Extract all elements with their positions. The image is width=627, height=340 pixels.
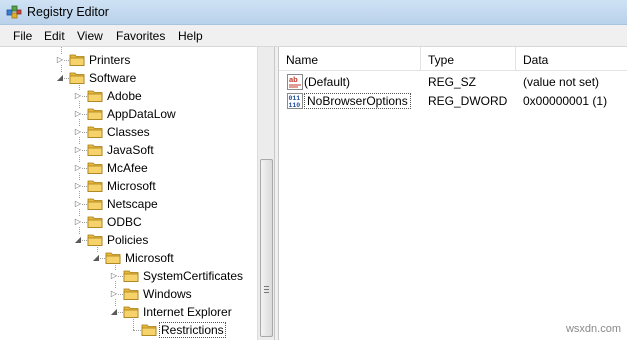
tree-node[interactable]: ◢ Software bbox=[0, 69, 258, 87]
string-value-icon: ab bbox=[287, 74, 303, 90]
folder-icon bbox=[69, 70, 85, 85]
thumb-grip-line bbox=[264, 292, 269, 293]
tree-node-label[interactable]: Policies bbox=[105, 232, 150, 248]
collapse-arrow-icon[interactable]: ◢ bbox=[92, 253, 100, 262]
value-data: (value not set) bbox=[523, 75, 600, 89]
watermark-text: wsxdn.com bbox=[565, 323, 621, 335]
tree-node[interactable]: ▷ JavaSoft bbox=[0, 141, 258, 159]
expand-arrow-icon[interactable]: ▷ bbox=[74, 109, 82, 118]
svg-text:110: 110 bbox=[289, 102, 301, 109]
list-row[interactable]: 011 110 NoBrowserOptions REG_DWORD 0x000… bbox=[279, 92, 627, 111]
registry-tree[interactable]: ▷ Printers ◢ Software ▷ Adobe ▷ AppDataLow ▷ Clas… bbox=[0, 47, 274, 340]
expand-arrow-icon[interactable]: ▷ bbox=[74, 127, 82, 136]
value-type: REG_DWORD bbox=[428, 94, 508, 108]
tree-node-label[interactable]: Windows bbox=[141, 286, 194, 302]
column-header-type[interactable]: Type bbox=[421, 47, 516, 71]
folder-icon bbox=[123, 286, 139, 301]
list-header: Name Type Data bbox=[279, 47, 627, 71]
value-data: 0x00000001 (1) bbox=[523, 94, 608, 108]
collapse-arrow-icon[interactable]: ◢ bbox=[74, 235, 82, 244]
menu-favorites[interactable]: Favorites bbox=[112, 28, 169, 44]
expand-arrow-icon[interactable]: ▷ bbox=[74, 91, 82, 100]
tree-node[interactable]: Restrictions bbox=[0, 321, 258, 339]
tree-node-label[interactable]: Microsoft bbox=[123, 250, 176, 266]
menu-help[interactable]: Help bbox=[174, 28, 207, 44]
tree-node[interactable]: ▷ SystemCertificates bbox=[0, 267, 258, 285]
folder-icon bbox=[87, 214, 103, 229]
svg-text:011: 011 bbox=[289, 95, 301, 102]
tree-node[interactable]: ▷ Microsoft bbox=[0, 177, 258, 195]
values-list[interactable]: Name Type Data ab (Default) REG_SZ (valu… bbox=[279, 47, 627, 340]
tree-node-label[interactable]: Adobe bbox=[105, 88, 144, 104]
folder-icon bbox=[87, 88, 103, 103]
tree-scrollbar[interactable] bbox=[257, 47, 274, 340]
expand-arrow-icon[interactable]: ▷ bbox=[74, 217, 82, 226]
menu-file[interactable]: File bbox=[9, 28, 36, 44]
tree-node[interactable]: ▷ ODBC bbox=[0, 213, 258, 231]
expand-arrow-icon[interactable]: ▷ bbox=[74, 163, 82, 172]
folder-icon bbox=[87, 160, 103, 175]
folder-icon bbox=[87, 106, 103, 121]
svg-text:ab: ab bbox=[289, 75, 298, 84]
tree-node-label[interactable]: Internet Explorer bbox=[141, 304, 234, 320]
column-header-name[interactable]: Name bbox=[279, 47, 421, 71]
folder-icon bbox=[87, 178, 103, 193]
tree-node[interactable]: ▷ Printers bbox=[0, 51, 258, 69]
value-name: NoBrowserOptions bbox=[304, 93, 411, 109]
tree-node[interactable]: ▷ Classes bbox=[0, 123, 258, 141]
list-row[interactable]: ab (Default) REG_SZ (value not set) bbox=[279, 73, 627, 92]
folder-icon bbox=[87, 232, 103, 247]
title-bar: Registry Editor bbox=[0, 0, 627, 25]
folder-icon bbox=[141, 322, 157, 337]
tree-node-label[interactable]: Netscape bbox=[105, 196, 160, 212]
tree-node[interactable]: ▷ AppDataLow bbox=[0, 105, 258, 123]
tree-node-label[interactable]: Microsoft bbox=[105, 178, 158, 194]
tree-node-label[interactable]: Printers bbox=[87, 52, 132, 68]
expand-arrow-icon[interactable]: ▷ bbox=[56, 55, 64, 64]
menu-bar: File Edit View Favorites Help bbox=[0, 25, 627, 47]
tree-node-label[interactable]: McAfee bbox=[105, 160, 150, 176]
thumb-grip-line bbox=[264, 289, 269, 290]
tree-node[interactable]: ◢ Internet Explorer bbox=[0, 303, 258, 321]
expand-arrow-icon[interactable]: ▷ bbox=[74, 199, 82, 208]
tree-node-label[interactable]: AppDataLow bbox=[105, 106, 178, 122]
expand-arrow-icon[interactable]: ▷ bbox=[110, 289, 118, 298]
collapse-arrow-icon[interactable]: ◢ bbox=[110, 307, 118, 316]
folder-icon bbox=[87, 142, 103, 157]
folder-icon bbox=[105, 250, 121, 265]
expand-arrow-icon[interactable]: ▷ bbox=[74, 145, 82, 154]
tree-node[interactable]: ▷ McAfee bbox=[0, 159, 258, 177]
tree-node-label[interactable]: Software bbox=[87, 70, 138, 86]
folder-icon bbox=[69, 52, 85, 67]
folder-icon bbox=[123, 268, 139, 283]
registry-editor-icon bbox=[6, 5, 22, 19]
value-type: REG_SZ bbox=[428, 75, 477, 89]
value-name: (Default) bbox=[304, 75, 351, 89]
tree-node-label[interactable]: JavaSoft bbox=[105, 142, 156, 158]
folder-icon bbox=[87, 196, 103, 211]
tree-scrollbar-thumb[interactable] bbox=[260, 159, 273, 337]
dword-value-icon: 011 110 bbox=[287, 93, 303, 109]
expand-arrow-icon[interactable]: ▷ bbox=[74, 181, 82, 190]
folder-icon bbox=[87, 124, 103, 139]
window-title: Registry Editor bbox=[27, 5, 109, 19]
collapse-arrow-icon[interactable]: ◢ bbox=[56, 73, 64, 82]
expand-arrow-icon[interactable]: ▷ bbox=[110, 271, 118, 280]
tree-node-label[interactable]: Restrictions bbox=[159, 322, 226, 338]
tree-node[interactable]: ▷ Netscape bbox=[0, 195, 258, 213]
folder-icon bbox=[123, 304, 139, 319]
tree-node-label[interactable]: ODBC bbox=[105, 214, 144, 230]
tree-node-label[interactable]: SystemCertificates bbox=[141, 268, 245, 284]
tree-node[interactable]: ◢ Policies bbox=[0, 231, 258, 249]
column-header-data[interactable]: Data bbox=[516, 47, 627, 71]
tree-node-label[interactable]: Classes bbox=[105, 124, 152, 140]
menu-view[interactable]: View bbox=[73, 28, 107, 44]
thumb-grip-line bbox=[264, 286, 269, 287]
tree-node[interactable]: ▷ Adobe bbox=[0, 87, 258, 105]
menu-edit[interactable]: Edit bbox=[40, 28, 69, 44]
tree-node[interactable]: ▷ Windows bbox=[0, 285, 258, 303]
tree-node[interactable]: ◢ Microsoft bbox=[0, 249, 258, 267]
